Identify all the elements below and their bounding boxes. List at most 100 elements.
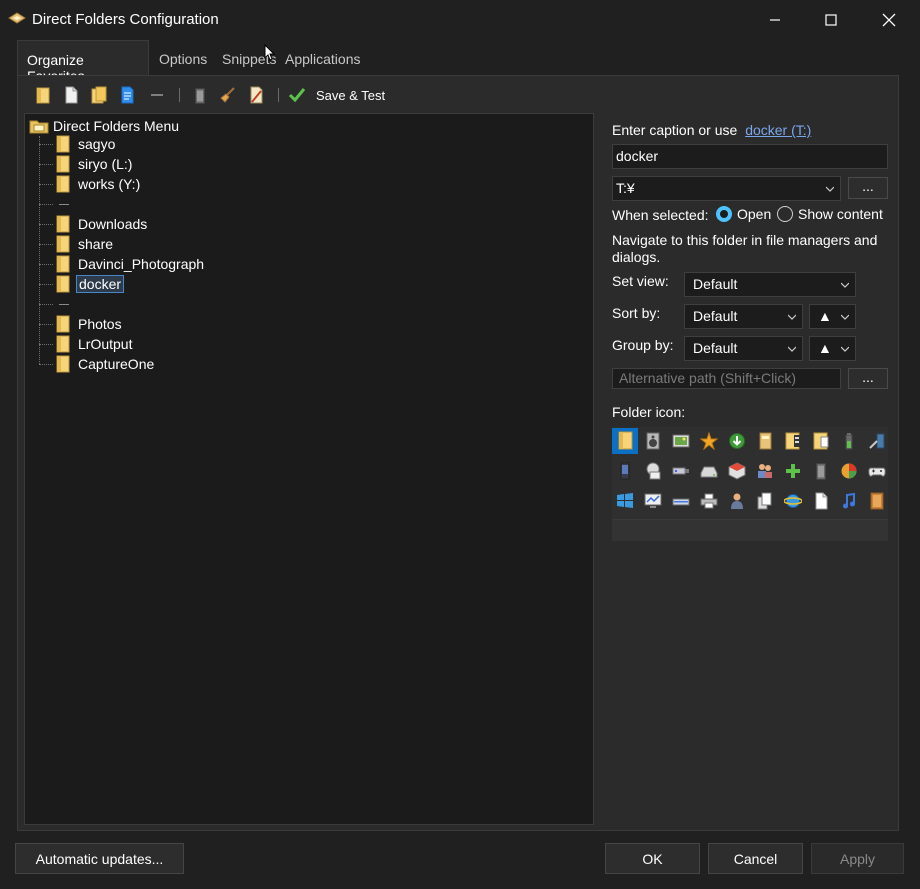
tree-item-downloads[interactable]: Downloads (39, 214, 149, 234)
icon-option-music[interactable] (836, 488, 862, 514)
tree-root-label: Direct Folders Menu (53, 118, 180, 134)
tree-item-captureone[interactable]: CaptureOne (39, 354, 156, 374)
tree-item-separator[interactable] (39, 294, 69, 314)
music-note-icon (843, 492, 855, 509)
browse-alt-path-button[interactable]: ... (848, 368, 888, 389)
folder-icon (56, 355, 70, 373)
icon-option-monitor-chart[interactable] (640, 488, 666, 514)
save-test-button[interactable]: Save & Test (288, 84, 385, 106)
set-view-select[interactable]: Default (684, 272, 856, 297)
icon-option-battery[interactable] (836, 428, 862, 454)
icon-option-user[interactable] (724, 488, 750, 514)
icon-option-scanner[interactable] (668, 488, 694, 514)
add-file-button[interactable] (60, 84, 82, 106)
icon-option-internet[interactable] (780, 488, 806, 514)
edit-document-icon (250, 86, 263, 104)
icon-option-speaker[interactable] (640, 428, 666, 454)
icon-option-library[interactable] (864, 488, 890, 514)
close-button[interactable] (860, 0, 918, 40)
tree-item-siryo[interactable]: siryo (L:) (39, 154, 134, 174)
sort-by-select[interactable]: Default (684, 304, 803, 329)
icon-option-pie-chart[interactable] (836, 458, 862, 484)
alternative-path-input[interactable]: Alternative path (Shift+Click) (612, 368, 841, 389)
group-direction-select[interactable]: ▲ (809, 336, 856, 361)
checkmark-icon (288, 88, 306, 103)
icon-option-usb[interactable] (668, 458, 694, 484)
tree-item-davinci-photograph[interactable]: Davinci_Photograph (39, 254, 206, 274)
maximize-button[interactable] (802, 0, 860, 40)
group-direction-value: ▲ (818, 340, 832, 356)
icon-option-drive[interactable] (696, 458, 722, 484)
browse-path-button[interactable]: ... (848, 177, 888, 199)
tab-bar: Organize Favorites Options Snippets Appl… (17, 40, 897, 84)
edit-icon-button[interactable] (245, 84, 267, 106)
cancel-button[interactable]: Cancel (708, 843, 803, 874)
icon-option-plus[interactable] (780, 458, 806, 484)
add-folder-button[interactable] (32, 84, 54, 106)
icon-option-star[interactable] (696, 428, 722, 454)
tab-organize-favorites[interactable]: Organize Favorites (17, 40, 149, 84)
window-title: Direct Folders Configuration (32, 11, 219, 28)
globe-icon (784, 494, 802, 508)
radio-show-content[interactable]: Show content (777, 206, 883, 222)
path-combobox[interactable]: T:¥ (612, 176, 841, 201)
toolbar: Save & Test (32, 82, 592, 108)
navigate-description: Navigate to this folder in file managers… (612, 232, 878, 265)
icon-option-users[interactable] (752, 458, 778, 484)
gamepad-icon (868, 467, 886, 477)
caption-input[interactable]: docker (612, 144, 888, 169)
icon-option-phone[interactable] (612, 458, 638, 484)
chevron-down-icon (841, 346, 849, 352)
speaker-icon (646, 432, 660, 450)
icon-option-trash[interactable] (808, 458, 834, 484)
add-separator-button[interactable] (146, 84, 168, 106)
icon-option-printer[interactable] (696, 488, 722, 514)
add-submenu-button[interactable] (88, 84, 110, 106)
tree-item-works[interactable]: works (Y:) (39, 174, 142, 194)
chevron-down-icon (841, 314, 849, 320)
document-icon (121, 86, 134, 104)
icon-option-folder[interactable] (612, 428, 638, 454)
icon-option-blank-document[interactable] (808, 488, 834, 514)
add-document-button[interactable] (116, 84, 138, 106)
ok-button[interactable]: OK (605, 843, 700, 874)
icon-option-film-folder[interactable] (780, 428, 806, 454)
tree-item-photos[interactable]: Photos (39, 314, 124, 334)
icon-option-picture[interactable] (668, 428, 694, 454)
chevron-down-icon (788, 314, 796, 320)
icon-option-copy[interactable] (752, 488, 778, 514)
icon-option-network-drive[interactable] (864, 428, 890, 454)
icon-option-windows[interactable] (612, 488, 638, 514)
caption-default-link[interactable]: docker (T:) (745, 122, 811, 138)
tree-item-label: Davinci_Photograph (78, 256, 205, 272)
tree-item-sagyo[interactable]: sagyo (39, 134, 117, 154)
chevron-down-icon (788, 346, 796, 352)
book-icon (759, 432, 772, 450)
minimize-button[interactable] (746, 0, 804, 40)
icon-option-download[interactable] (724, 428, 750, 454)
tree-root[interactable]: Direct Folders Menu (29, 116, 179, 136)
icon-option-package[interactable] (724, 458, 750, 484)
delete-button[interactable] (189, 84, 211, 106)
folder-icon-label: Folder icon: (612, 404, 686, 420)
icon-option-book[interactable] (752, 428, 778, 454)
tree-item-separator[interactable] (39, 194, 69, 214)
scanner-icon (672, 498, 690, 506)
tree-item-lroutput[interactable]: LrOutput (39, 334, 134, 354)
icon-option-gamepad[interactable] (864, 458, 890, 484)
radio-open[interactable]: Open (716, 206, 771, 222)
apply-button[interactable]: Apply (811, 843, 904, 874)
automatic-updates-button[interactable]: Automatic updates... (15, 843, 184, 874)
sort-direction-select[interactable]: ▲ (809, 304, 856, 329)
tree-item-docker[interactable]: docker (39, 274, 125, 294)
folder-icon (56, 255, 70, 273)
icon-option-document-folder[interactable] (808, 428, 834, 454)
tab-applications[interactable]: Applications (285, 40, 361, 76)
favorites-tree[interactable]: Direct Folders Menu sagyo siryo (L:) wor… (24, 113, 594, 825)
separator-line (59, 203, 69, 205)
group-by-select[interactable]: Default (684, 336, 803, 361)
tab-options[interactable]: Options (159, 40, 207, 76)
cleanup-button[interactable] (217, 84, 239, 106)
tree-item-share[interactable]: share (39, 234, 115, 254)
icon-option-network-computer[interactable] (640, 458, 666, 484)
